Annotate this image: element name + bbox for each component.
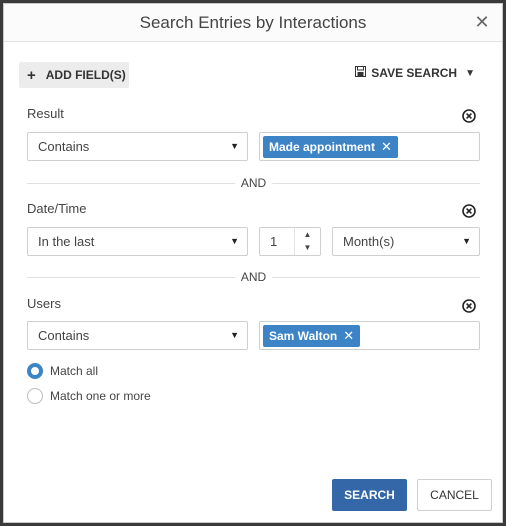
search-button[interactable]: SEARCH	[332, 479, 407, 511]
users-operator-value: Contains	[38, 328, 90, 343]
dialog-titlebar: Search Entries by Interactions ✕	[4, 4, 502, 42]
and-separator: AND	[27, 270, 480, 284]
and-text: AND	[234, 176, 273, 190]
remove-datetime-icon[interactable]	[462, 204, 476, 218]
remove-result-icon[interactable]	[462, 109, 476, 123]
radio-unchecked-icon[interactable]	[27, 388, 43, 404]
result-operator-select[interactable]: Contains ▼	[27, 132, 248, 161]
datetime-operator-select[interactable]: In the last ▼	[27, 227, 248, 256]
users-operator-select[interactable]: Contains ▼	[27, 321, 248, 350]
and-separator: AND	[27, 176, 480, 190]
dropdown-arrow-icon: ▼	[230, 141, 239, 151]
cancel-button[interactable]: CANCEL	[417, 479, 492, 511]
save-icon	[355, 66, 367, 80]
match-all-radio[interactable]: Match all	[27, 363, 98, 379]
result-label: Result	[27, 106, 64, 121]
match-one-or-more-label: Match one or more	[50, 389, 151, 403]
datetime-number-value: 1	[270, 234, 278, 249]
match-all-label: Match all	[50, 364, 99, 378]
result-tag: Made appointment ✕	[263, 136, 398, 158]
save-search-label: SAVE SEARCH	[371, 66, 458, 80]
result-operator-value: Contains	[38, 139, 90, 154]
users-tag: Sam Walton ✕	[263, 325, 361, 347]
datetime-unit-value: Month(s)	[343, 234, 395, 249]
close-icon[interactable]: ✕	[472, 12, 492, 32]
stepper-up-icon[interactable]: ▲	[295, 228, 320, 241]
remove-users-icon[interactable]	[462, 299, 476, 313]
result-tags-input[interactable]: Made appointment ✕	[259, 132, 480, 161]
remove-tag-icon[interactable]: ✕	[343, 328, 354, 344]
datetime-label: Date/Time	[27, 201, 87, 216]
users-label: Users	[27, 296, 61, 311]
and-text: AND	[234, 270, 273, 284]
search-dialog: Search Entries by Interactions ✕ + ADD F…	[3, 3, 503, 523]
dropdown-arrow-icon: ▼	[462, 236, 471, 246]
add-field-button[interactable]: + ADD FIELD(S)	[19, 62, 129, 88]
datetime-unit-select[interactable]: Month(s) ▼	[332, 227, 480, 256]
radio-checked-icon[interactable]	[27, 363, 43, 379]
result-tag-label: Made appointment	[269, 140, 376, 154]
users-tag-label: Sam Walton	[269, 329, 338, 343]
dropdown-arrow-icon: ▼	[230, 330, 239, 340]
chevron-down-icon: ▼	[465, 67, 475, 79]
datetime-number-stepper[interactable]: 1 ▲ ▼	[259, 227, 321, 256]
stepper-controls: ▲ ▼	[294, 228, 320, 255]
save-search-button[interactable]: SAVE SEARCH ▼	[355, 66, 475, 80]
add-field-label: ADD FIELD(S)	[45, 68, 126, 82]
datetime-operator-value: In the last	[38, 234, 95, 249]
users-tags-input[interactable]: Sam Walton ✕	[259, 321, 480, 350]
stepper-down-icon[interactable]: ▼	[295, 241, 320, 254]
dialog-title: Search Entries by Interactions	[139, 13, 367, 32]
match-one-or-more-radio[interactable]: Match one or more	[27, 388, 151, 404]
dropdown-arrow-icon: ▼	[230, 236, 239, 246]
remove-tag-icon[interactable]: ✕	[381, 139, 392, 155]
plus-icon: +	[27, 66, 36, 84]
